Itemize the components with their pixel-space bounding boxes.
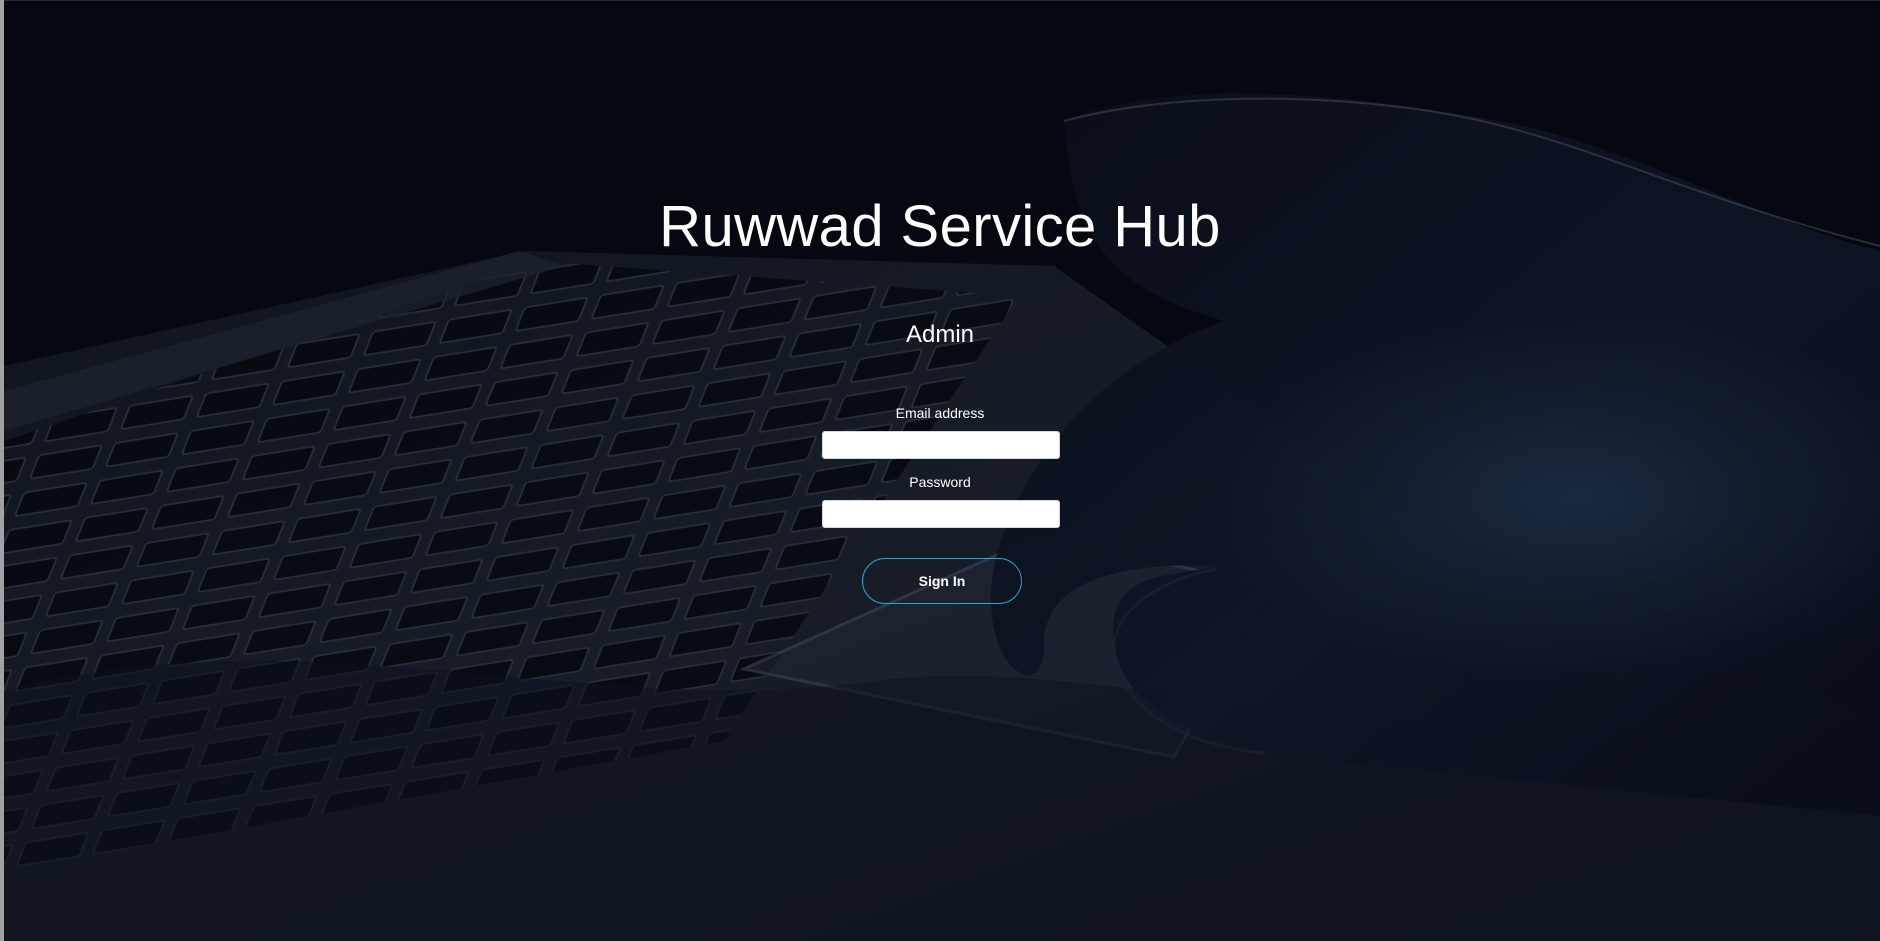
password-label: Password: [909, 474, 971, 490]
login-page: Ruwwad Service Hub Admin Email address P…: [0, 0, 1880, 941]
password-field[interactable]: [822, 500, 1060, 528]
sign-in-button[interactable]: Sign In: [862, 558, 1022, 604]
login-form-area: Ruwwad Service Hub Admin Email address P…: [0, 0, 1880, 941]
email-field[interactable]: [822, 431, 1060, 459]
role-title: Admin: [905, 321, 975, 348]
email-label: Email address: [895, 405, 985, 421]
app-title: Ruwwad Service Hub: [659, 194, 1221, 259]
